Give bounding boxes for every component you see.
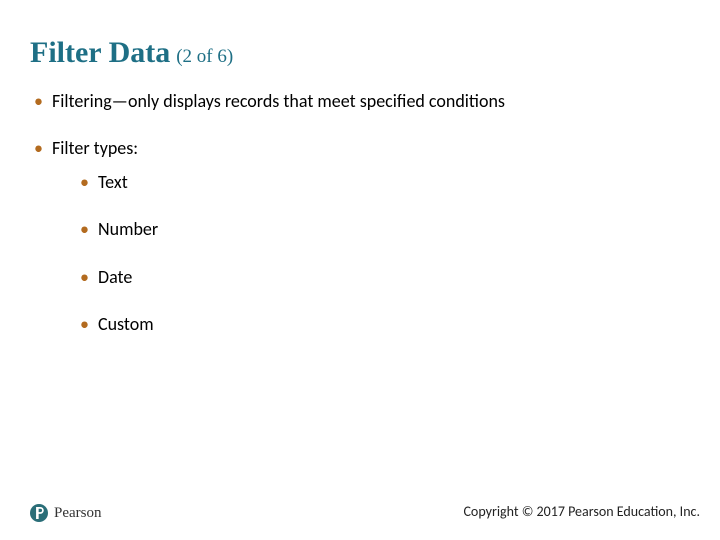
bullet-item: Filter types: Text Number Date Custom <box>30 137 690 336</box>
brand-logo: Pearson <box>30 504 102 522</box>
sub-bullet-text: Date <box>98 266 132 288</box>
brand-name: Pearson <box>54 505 102 522</box>
bullet-text: Filtering—only displays records that mee… <box>52 90 505 112</box>
bullet-list: Filtering—only displays records that mee… <box>30 90 690 336</box>
bullet-text: Filter types: <box>52 137 138 159</box>
pearson-logo-icon <box>30 504 48 522</box>
title-sub: (2 of 6) <box>176 46 233 67</box>
slide-footer: Pearson Copyright © 2017 Pearson Educati… <box>0 492 720 522</box>
slide-title: Filter Data (2 of 6) <box>30 38 233 68</box>
sub-bullet-item: Custom <box>76 313 690 336</box>
sub-bullet-list: Text Number Date Custom <box>76 171 690 337</box>
slide: Filter Data (2 of 6) Filtering—only displ… <box>0 0 720 540</box>
slide-content: Filtering—only displays records that mee… <box>30 90 690 360</box>
copyright-text: Copyright © 2017 Pearson Education, Inc. <box>463 503 700 520</box>
sub-bullet-item: Number <box>76 218 690 241</box>
sub-bullet-item: Text <box>76 171 690 194</box>
sub-bullet-text: Number <box>98 218 158 240</box>
sub-bullet-text: Text <box>98 171 128 193</box>
sub-bullet-item: Date <box>76 266 690 289</box>
sub-bullet-text: Custom <box>98 313 154 335</box>
bullet-item: Filtering—only displays records that mee… <box>30 90 690 113</box>
title-main: Filter Data <box>30 36 170 69</box>
